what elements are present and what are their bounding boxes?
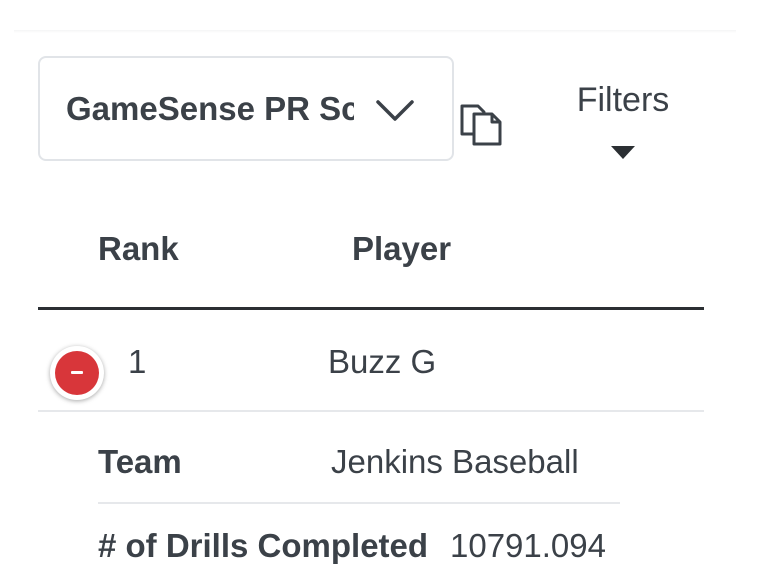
detail-label-team: Team (98, 443, 182, 480)
column-header-player[interactable]: Player (352, 226, 451, 272)
filters-toggle[interactable]: Filters (560, 74, 686, 164)
caret-down-icon (611, 146, 635, 159)
row-rank: 1 (128, 343, 147, 380)
row-divider (38, 410, 704, 412)
header-divider (38, 307, 704, 310)
detail-value-drills: 10791.094 (450, 527, 606, 564)
leaderboard-select[interactable]: GameSense PR Score (38, 56, 454, 161)
detail-label-drills: # of Drills Completed (98, 527, 429, 564)
leaderboard-select-value: GameSense PR Score (66, 90, 354, 127)
column-header-rank[interactable]: Rank (98, 226, 179, 272)
chevron-down-icon (376, 100, 414, 121)
row-player: Buzz G (328, 343, 437, 380)
detail-divider (98, 502, 620, 504)
leaderboard-page: GameSense PR Score Filters Rank Player 1… (0, 0, 766, 586)
filters-label: Filters (576, 81, 670, 119)
collapse-row-button[interactable] (50, 346, 104, 400)
detail-value-team: Jenkins Baseball (331, 443, 579, 480)
top-divider (14, 30, 736, 33)
minus-circle-icon (55, 351, 99, 395)
copy-icon[interactable] (456, 100, 504, 148)
